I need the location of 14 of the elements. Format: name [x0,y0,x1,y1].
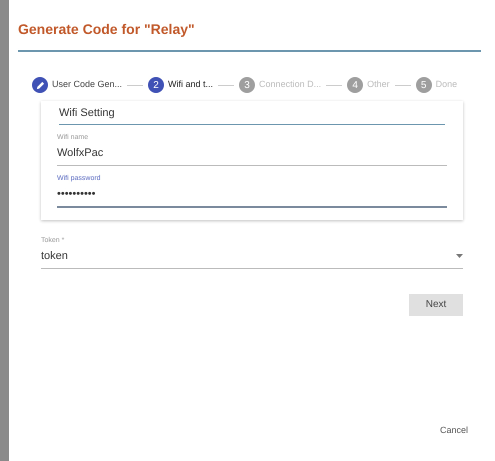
step-label[interactable]: Wifi and t... [168,78,214,92]
card-heading: Wifi Setting [59,105,445,124]
step-number: 2 [148,77,164,93]
step-number: 5 [416,77,432,93]
next-button[interactable]: Next [409,294,463,316]
input-field[interactable]: •••••••••• [57,184,447,208]
dialog-title: Generate Code for "Relay" [18,21,195,37]
step-number: 3 [239,77,256,93]
cancel-button[interactable]: Cancel [440,424,468,437]
input-field[interactable]: WolfxPac [57,143,447,166]
dropdown-caret-icon [456,254,463,258]
step-number: 4 [347,77,364,93]
token-select[interactable]: token [41,246,463,268]
step-label[interactable]: User Code Gen... [52,78,122,92]
